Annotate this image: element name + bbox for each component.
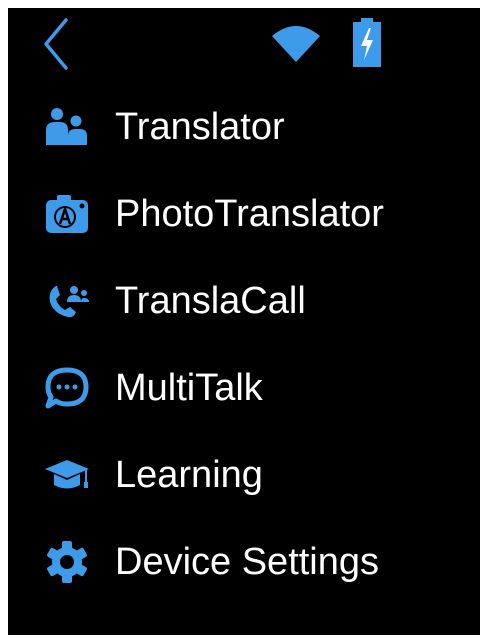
menu-item-label: MultiTalk xyxy=(115,366,263,409)
menu-item-learning[interactable]: Learning xyxy=(8,431,480,518)
chevron-left-icon xyxy=(44,18,68,70)
gear-icon xyxy=(42,537,92,587)
menu-item-label: Translator xyxy=(115,105,285,148)
back-button[interactable] xyxy=(38,16,78,72)
menu-item-multitalk[interactable]: MultiTalk xyxy=(8,344,480,431)
menu-item-label: Learning xyxy=(115,453,263,496)
wifi-icon xyxy=(270,24,322,64)
people-icon xyxy=(42,102,92,152)
menu-item-label: TranslaCall xyxy=(115,279,306,322)
main-menu: Translator PhotoTranslator TranslaCall M… xyxy=(8,83,480,605)
phone-group-icon xyxy=(42,276,92,326)
battery-charging-icon xyxy=(352,18,382,68)
status-bar xyxy=(8,8,480,78)
menu-item-translacall[interactable]: TranslaCall xyxy=(8,257,480,344)
menu-item-device-settings[interactable]: Device Settings xyxy=(8,518,480,605)
chat-bubble-icon xyxy=(42,363,92,413)
graduation-cap-icon xyxy=(42,450,92,500)
menu-item-phototranslator[interactable]: PhotoTranslator xyxy=(8,170,480,257)
menu-item-label: Device Settings xyxy=(115,540,380,583)
camera-translate-icon xyxy=(42,189,92,239)
menu-item-label: PhotoTranslator xyxy=(115,192,384,235)
device-screen: Translator PhotoTranslator TranslaCall M… xyxy=(8,8,480,635)
menu-item-translator[interactable]: Translator xyxy=(8,83,480,170)
